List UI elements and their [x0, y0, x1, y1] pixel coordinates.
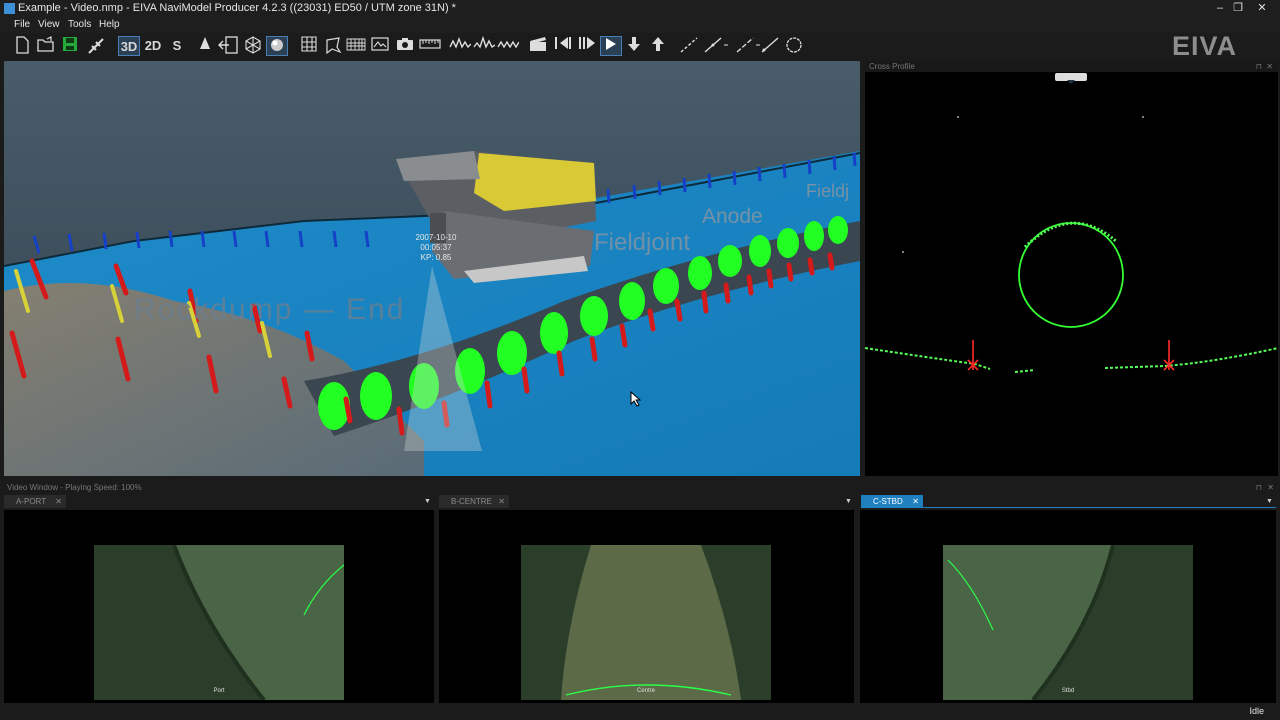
tab-b-centre-label: B-CENTRE [451, 497, 492, 506]
video-frame-port: Port [94, 545, 344, 700]
view-s-button[interactable]: S [167, 36, 187, 56]
map-icon[interactable] [370, 36, 390, 56]
tab-c-stbd-close-icon[interactable]: ✕ [912, 495, 919, 508]
3d-view[interactable]: 2007-10-10 00:05:37 KP: 0.85 Rockdump — … [4, 61, 860, 476]
tab-c-stbd-label: C-STBD [873, 497, 903, 506]
polygon-icon[interactable] [323, 36, 343, 56]
video-pin-icon[interactable]: ⊓ [1256, 482, 1262, 494]
video-pane-centre[interactable]: Centre [439, 510, 854, 703]
window-title: Example - Video.nmp - EIVA NaviModel Pro… [18, 2, 456, 14]
panel-close-icon[interactable]: ✕ [1266, 61, 1273, 72]
video-frame-centre: Centre [521, 545, 771, 700]
event-label-anode: Anode [702, 205, 763, 228]
tab-c-stbd[interactable]: C-STBD ✕ [861, 495, 923, 508]
clapper-icon[interactable] [528, 36, 548, 56]
3d-scene [4, 61, 860, 476]
cross-profile-panel[interactable]: Cross Profile ⊓ ✕ [865, 61, 1278, 476]
video-pane-stbd[interactable]: Stbd [860, 510, 1276, 703]
line-tool-icon-3[interactable] [735, 36, 761, 56]
mouse-cursor-icon [630, 391, 642, 407]
tab-a-port-close-icon[interactable]: ✕ [55, 495, 62, 508]
save-icon[interactable] [60, 36, 80, 56]
cross-profile-header: Cross Profile ⊓ ✕ [865, 61, 1278, 72]
tab-b-centre-close-icon[interactable]: ✕ [498, 495, 505, 508]
menu-tools[interactable]: Tools [68, 17, 91, 33]
step-back-icon[interactable] [553, 36, 573, 56]
view-2d-button[interactable]: 2D [142, 36, 164, 56]
play-icon[interactable] [600, 36, 622, 56]
profile-wave-icon-2[interactable] [473, 35, 496, 56]
toolbar: 3D 2D S [0, 33, 1280, 60]
rov-kp: KP: 0.85 [420, 253, 452, 262]
tab-a-port-label: A-PORT [16, 497, 47, 506]
video-window-title: Video Window - Playing Speed: 100% [7, 483, 142, 492]
eiva-logo: EIVA [1172, 31, 1238, 61]
tab-b-centre[interactable]: B-CENTRE ✕ [439, 495, 509, 508]
pin-icon[interactable]: ⊓ [1256, 61, 1262, 72]
tab-a-port[interactable]: A-PORT ✕ [4, 495, 66, 508]
camera-icon[interactable] [395, 36, 415, 56]
satellite-icon[interactable] [86, 36, 106, 56]
ruler-icon[interactable] [418, 36, 442, 56]
video-caption-stbd: Stbd [1061, 688, 1075, 694]
line-tool-icon-2[interactable] [703, 36, 729, 56]
move-down-icon[interactable] [624, 36, 644, 56]
step-forward-icon[interactable] [577, 36, 597, 56]
active-tab-underline [923, 507, 1276, 508]
north-arrow-icon[interactable] [195, 36, 215, 56]
event-label-fieldjoint-2: Fieldj [806, 181, 850, 201]
mesh-icon[interactable] [346, 36, 366, 56]
pane-b-dropdown-icon[interactable]: ▼ [845, 498, 852, 505]
event-label-rockdump: Rockdump — End [134, 293, 406, 326]
pane-a-dropdown-icon[interactable]: ▼ [424, 498, 431, 505]
title-bar: Example - Video.nmp - EIVA NaviModel Pro… [0, 0, 1280, 17]
video-close-icon[interactable]: ✕ [1267, 482, 1274, 494]
menu-bar: File View Tools Help [0, 17, 1280, 33]
new-file-icon[interactable] [12, 36, 32, 56]
circle-tool-icon[interactable] [784, 36, 804, 56]
menu-view[interactable]: View [38, 17, 60, 33]
view-3d-button[interactable]: 3D [118, 36, 140, 56]
rov-info-label: 2007-10-10 00:05:37 KP: 0.85 [406, 233, 466, 263]
menu-file[interactable]: File [14, 17, 30, 33]
video-pane-port[interactable]: Port [4, 510, 434, 703]
video-frame-stbd: Stbd [943, 545, 1193, 700]
profile-wave-icon-3[interactable] [497, 36, 520, 56]
status-bar: Idle [0, 703, 1280, 720]
restore-button[interactable]: ❐ [1226, 0, 1250, 17]
status-text: Idle [1249, 706, 1264, 716]
video-caption-port: Port [213, 688, 225, 694]
exit-view-icon[interactable] [218, 36, 238, 56]
pane-c-dropdown-icon[interactable]: ▼ [1266, 498, 1273, 505]
cross-profile-title: Cross Profile [869, 62, 915, 71]
video-caption-centre: Centre [636, 688, 655, 694]
rov-time: 00:05:37 [420, 243, 452, 252]
video-window-header: Video Window - Playing Speed: 100% ⊓ ✕ [0, 482, 1280, 494]
cross-profile-plot [865, 116, 1278, 373]
move-up-icon[interactable] [648, 36, 668, 56]
profile-wave-icon-1[interactable] [449, 36, 472, 56]
event-label-fieldjoint: Fieldjoint [594, 229, 691, 256]
line-tool-icon-4[interactable] [760, 36, 780, 56]
shading-icon[interactable] [266, 36, 288, 56]
open-file-icon[interactable] [36, 36, 56, 56]
rov-date: 2007-10-10 [415, 233, 457, 242]
cube-icon[interactable] [243, 36, 263, 56]
close-button[interactable]: ✕ [1250, 0, 1274, 17]
grid-icon[interactable] [299, 36, 319, 56]
app-icon [4, 3, 15, 14]
menu-help[interactable]: Help [99, 17, 120, 33]
line-tool-icon-1[interactable] [679, 36, 699, 56]
